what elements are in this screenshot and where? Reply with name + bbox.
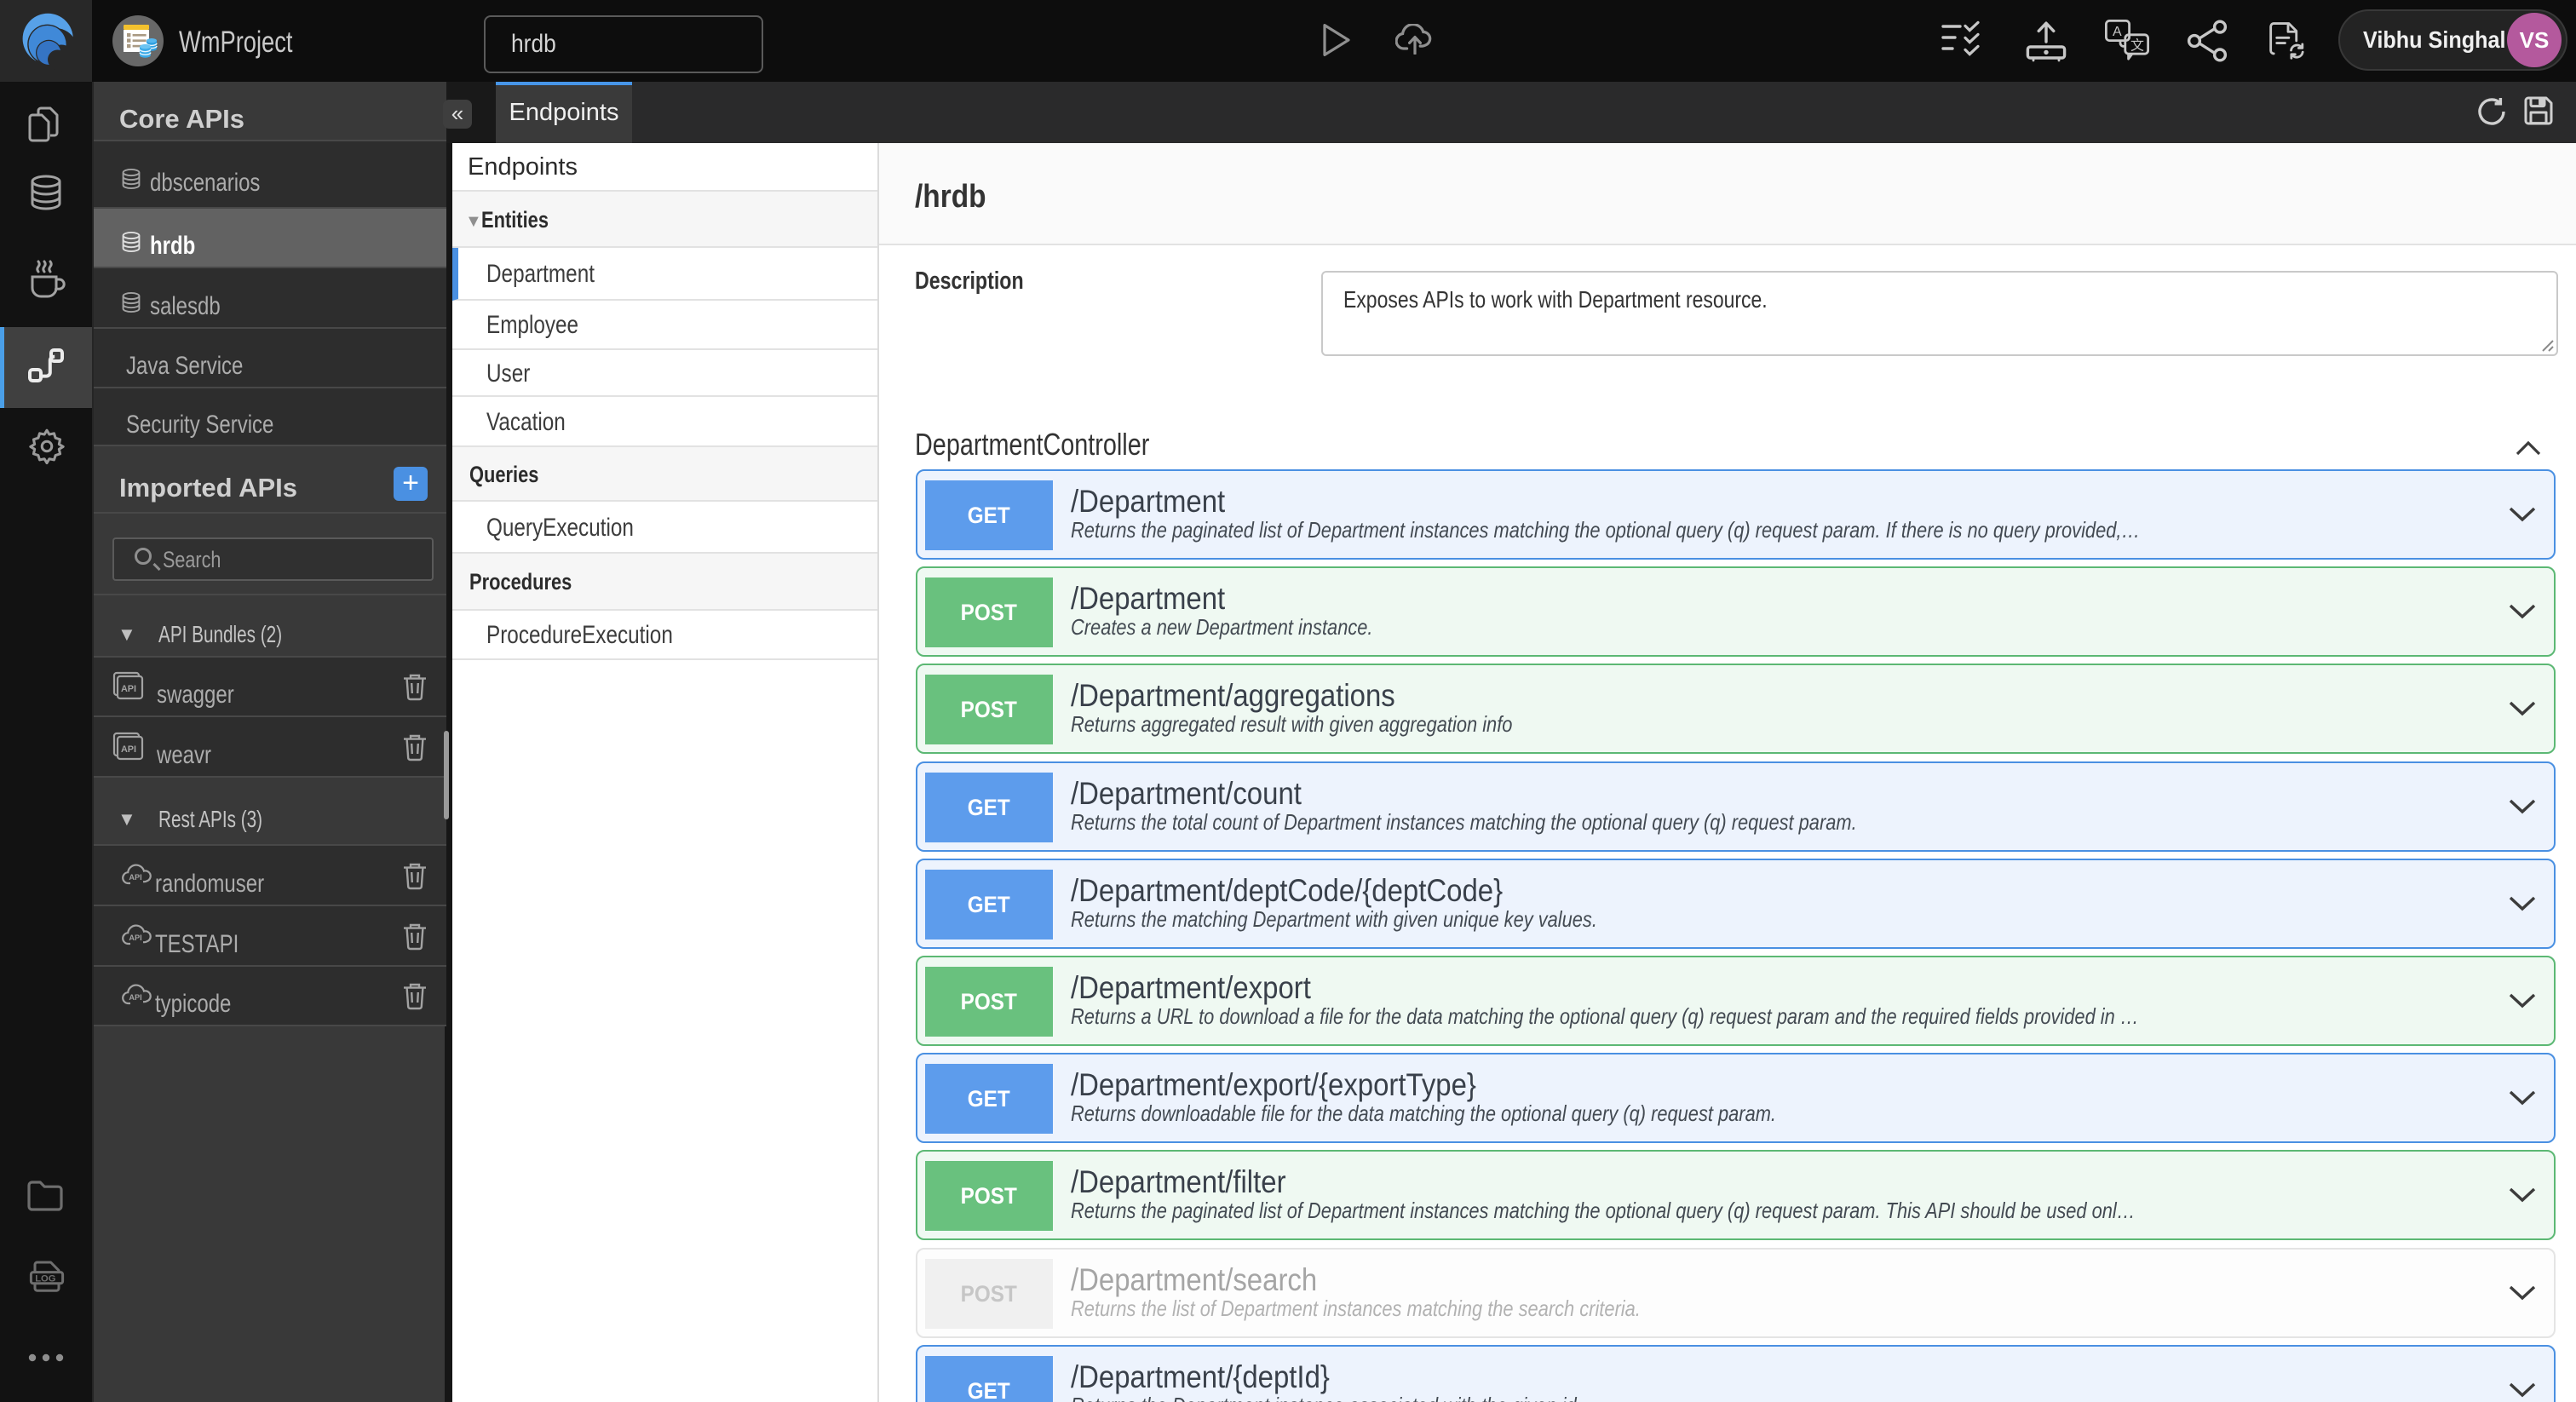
svg-text:API: API (121, 684, 136, 694)
svg-text:A: A (2113, 25, 2122, 39)
svg-text:API: API (129, 934, 141, 942)
svg-text:API: API (121, 744, 136, 755)
svg-text:API: API (129, 873, 141, 882)
svg-text:LOG: LOG (35, 1273, 56, 1284)
svg-text:API: API (129, 993, 141, 1002)
svg-text:文: 文 (2130, 37, 2144, 53)
